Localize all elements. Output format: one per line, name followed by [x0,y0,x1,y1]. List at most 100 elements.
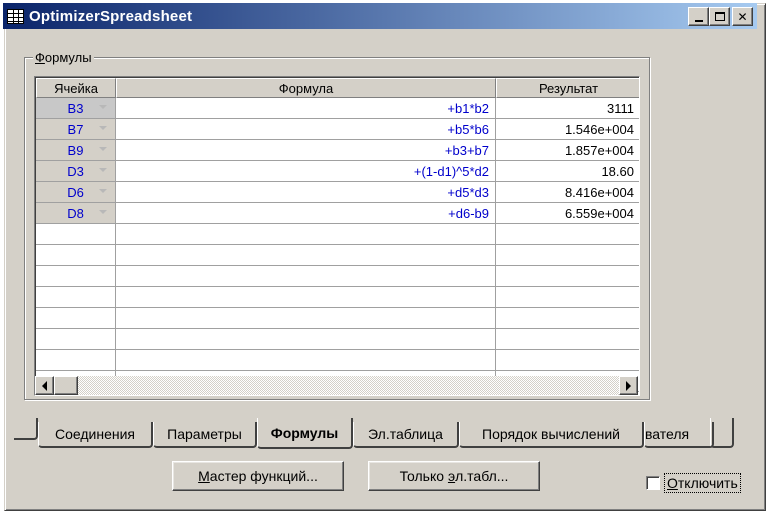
cell-ref-dropdown[interactable]: D6 [36,182,116,203]
column-header-result[interactable]: Результат [496,78,639,98]
button-label-accel: М [198,468,210,484]
empty-cell[interactable] [116,266,496,287]
empty-cell[interactable] [116,308,496,329]
chevron-down-icon [99,126,107,130]
spreadsheet-grid-icon[interactable] [7,8,24,24]
empty-cell[interactable] [116,350,496,371]
empty-row[interactable] [36,350,639,371]
result-cell: 8.416e+004 [496,182,639,203]
cell-ref: B3 [67,100,84,116]
scroll-thumb[interactable] [54,376,78,395]
formulas-group-label: Формулы [33,50,94,65]
empty-cell[interactable] [496,329,639,350]
cell-ref-dropdown[interactable]: D3 [36,161,116,182]
grid-header: Ячейка Формула Результат [36,78,639,98]
tab-formulas[interactable]: Формулы [257,418,353,449]
empty-row[interactable] [36,266,639,287]
cell-ref: D6 [67,184,84,200]
horizontal-scrollbar[interactable] [35,376,638,395]
empty-cell[interactable] [116,287,496,308]
empty-cell[interactable] [496,224,639,245]
formula-cell[interactable]: +(1-d1)^5*d2 [116,161,496,182]
empty-cell[interactable] [496,287,639,308]
cell-ref-dropdown[interactable]: B7 [36,119,116,140]
chevron-down-icon [99,147,107,151]
formulas-grid[interactable]: Ячейка Формула Результат B3 +b1*b2 3111 … [34,76,640,396]
table-row[interactable]: D8 +d6-b9 6.559e+004 [36,203,639,224]
cell-ref: B9 [67,142,84,158]
empty-cell[interactable] [36,350,116,371]
formula-cell[interactable]: +b5*b6 [116,119,496,140]
tab-strip-edge [14,418,38,440]
formula-cell[interactable]: +b3+b7 [116,140,496,161]
disable-checkbox-label[interactable]: Отключить [664,473,741,493]
empty-cell[interactable] [116,329,496,350]
minimize-button[interactable] [688,7,709,26]
tab-spreadsheet[interactable]: Эл.таблица [353,422,459,448]
formula-cell[interactable]: +d6-b9 [116,203,496,224]
tab-strip: Соединения Параметры Формулы Эл.таблица … [14,418,736,450]
title-buttons: ✕ [688,7,753,26]
empty-row[interactable] [36,245,639,266]
formula-cell[interactable]: +d5*d3 [116,182,496,203]
tab-parameters[interactable]: Параметры [153,422,257,448]
result-cell: 18.60 [496,161,639,182]
empty-cell[interactable] [496,308,639,329]
function-wizard-button[interactable]: Мастер функций... [172,461,344,491]
cell-ref-dropdown[interactable]: B9 [36,140,116,161]
tab-connections[interactable]: Соединения [38,422,153,448]
empty-row[interactable] [36,287,639,308]
empty-row[interactable] [36,224,639,245]
cell-ref-dropdown[interactable]: D8 [36,203,116,224]
chevron-down-icon [99,210,107,214]
arrow-right-icon [626,380,631,391]
table-row[interactable]: B3 +b1*b2 3111 [36,98,639,119]
result-cell: 3111 [496,98,639,119]
table-row[interactable]: D3 +(1-d1)^5*d2 18.60 [36,161,639,182]
group-label-text: ормулы [44,50,92,65]
empty-cell[interactable] [36,308,116,329]
arrow-left-icon [42,380,47,391]
empty-cell[interactable] [36,266,116,287]
chevron-down-icon [99,189,107,193]
result-cell: 6.559e+004 [496,203,639,224]
grid-body: B3 +b1*b2 3111 B7 +b5*b6 1.546e+004 B9 +… [36,98,639,392]
cell-ref: D8 [67,205,84,221]
table-row[interactable]: B9 +b3+b7 1.857e+004 [36,140,639,161]
empty-cell[interactable] [36,245,116,266]
cell-ref: D3 [67,163,84,179]
formula-cell[interactable]: +b1*b2 [116,98,496,119]
maximize-icon [714,12,725,21]
maximize-button[interactable] [709,7,730,26]
tab-calc-order[interactable]: Порядок вычислений [459,422,644,448]
chevron-down-icon [99,105,107,109]
scroll-left-button[interactable] [35,376,54,395]
disable-checkbox[interactable] [646,476,660,490]
title-bar[interactable]: OptimizerSpreadsheet ✕ [3,3,757,29]
scroll-right-button[interactable] [619,376,638,395]
sheet-only-button[interactable]: Только э л.табл... [368,461,540,491]
group-label-accel: Ф [35,50,45,65]
column-header-formula[interactable]: Формула [116,78,496,98]
empty-row[interactable] [36,308,639,329]
tab-user-clipped[interactable]: вателя [644,422,714,448]
button-label-pre: Только [399,468,448,484]
empty-cell[interactable] [496,266,639,287]
close-button[interactable]: ✕ [732,7,753,26]
checkbox-label-text: тключить [677,475,738,491]
empty-cell[interactable] [36,224,116,245]
empty-cell[interactable] [116,224,496,245]
disable-checkbox-row[interactable]: Отключить [646,473,741,493]
empty-cell[interactable] [116,245,496,266]
table-row[interactable]: B7 +b5*b6 1.546e+004 [36,119,639,140]
empty-row[interactable] [36,329,639,350]
column-header-cell[interactable]: Ячейка [36,78,116,98]
result-cell: 1.857e+004 [496,140,639,161]
empty-cell[interactable] [496,245,639,266]
empty-cell[interactable] [36,287,116,308]
empty-cell[interactable] [496,350,639,371]
cell-ref: B7 [67,121,84,137]
table-row[interactable]: D6 +d5*d3 8.416e+004 [36,182,639,203]
cell-ref-dropdown[interactable]: B3 [36,98,116,119]
empty-cell[interactable] [36,329,116,350]
